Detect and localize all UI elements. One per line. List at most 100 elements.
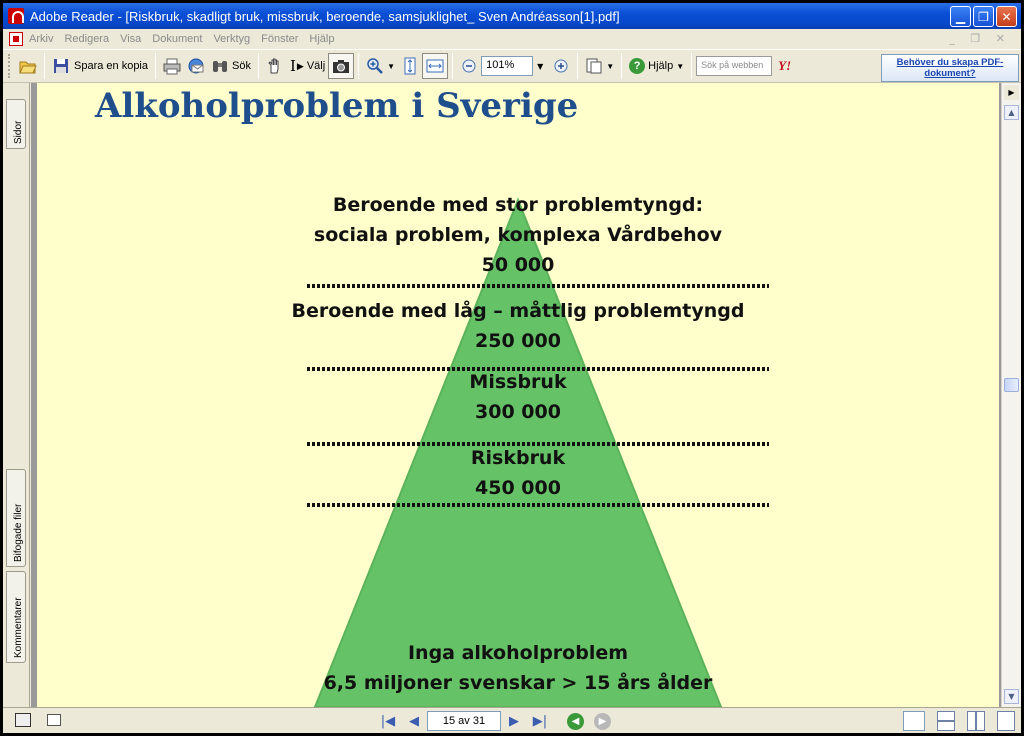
scrollbar-thumb[interactable] xyxy=(1004,378,1019,392)
toolbar-grip[interactable] xyxy=(8,54,12,78)
toolbar-separator xyxy=(257,53,259,79)
printer-icon xyxy=(163,58,181,75)
open-folder-icon xyxy=(19,61,37,74)
view-mode-buttons xyxy=(903,711,1015,731)
zoom-dropdown-chevron-icon[interactable]: ▼ xyxy=(537,62,543,71)
select-label: Välj xyxy=(306,60,326,72)
level-5-text: Inga alkoholproblem 6,5 miljoner svenska… xyxy=(268,638,768,698)
first-page-button[interactable]: |◀ xyxy=(375,714,401,729)
back-view-button[interactable]: ◀ xyxy=(567,712,584,730)
chevron-down-icon[interactable]: ▼ xyxy=(676,62,684,71)
menu-redigera[interactable]: Redigera xyxy=(64,33,109,45)
text-cursor-icon: I xyxy=(289,57,296,75)
close-button[interactable]: ✕ xyxy=(996,6,1017,27)
status-bar: |◀ ◀ 15 av 31 ▶ ▶| ◀ ▶ xyxy=(3,707,1021,733)
fit-page-button[interactable] xyxy=(398,53,422,79)
tab-kommentarer-label: Kommentarer xyxy=(13,597,24,658)
create-pdf-ad-link[interactable]: Behöver du skapa PDF-dokument? xyxy=(881,54,1019,82)
page-size-icon[interactable] xyxy=(15,713,31,727)
level-1-count: 50 000 xyxy=(481,254,555,276)
fit-page-icon xyxy=(404,57,416,75)
open-button[interactable] xyxy=(16,53,40,79)
vertical-scrollbar[interactable]: ▶ ▲ ▼ xyxy=(1001,83,1021,707)
level-2-count: 250 000 xyxy=(475,330,561,352)
scroll-down-button[interactable]: ▼ xyxy=(1004,689,1019,704)
zoom-in-tool-button[interactable]: ▼ xyxy=(363,53,398,79)
scroll-up-button[interactable]: ▲ xyxy=(1004,105,1019,120)
search-label: Sök xyxy=(232,60,251,72)
last-page-button[interactable]: ▶| xyxy=(527,714,553,729)
email-button[interactable] xyxy=(184,53,208,79)
title-bar[interactable]: Adobe Reader - [Riskbruk, skadligt bruk,… xyxy=(3,3,1021,29)
chevron-down-icon[interactable]: ▼ xyxy=(387,62,395,71)
save-copy-button[interactable]: Spara en kopia xyxy=(49,53,151,79)
fit-width-button[interactable] xyxy=(422,53,449,79)
panel-expand-arrow-icon[interactable]: ▶ xyxy=(1004,85,1019,100)
web-search-input[interactable]: Sök på webben xyxy=(696,56,773,76)
tab-kommentarer[interactable]: Kommentarer xyxy=(6,571,26,663)
magnifier-icon xyxy=(367,58,384,74)
snapshot-tool-button[interactable] xyxy=(328,53,355,79)
continuous-page-icon[interactable] xyxy=(937,711,955,731)
toolbar-separator xyxy=(621,53,623,79)
level-2-line1: Beroende med låg – måttlig problemtyngd xyxy=(291,300,745,322)
binoculars-icon xyxy=(213,61,227,72)
print-button[interactable] xyxy=(160,53,184,79)
zoom-input[interactable]: 101% xyxy=(481,56,534,76)
page-layout-icon xyxy=(586,58,602,74)
document-window-controls[interactable]: _ ❐ ✕ xyxy=(949,32,1011,45)
level-1-text: Beroende med stor problemtyngd: sociala … xyxy=(268,190,768,280)
toolbar-separator xyxy=(155,53,156,79)
forward-view-button[interactable]: ▶ xyxy=(594,712,611,730)
single-page-icon[interactable] xyxy=(903,711,925,731)
previous-page-button[interactable]: ◀ xyxy=(401,714,427,729)
maximize-button[interactable]: ❐ xyxy=(973,6,994,27)
save-copy-label: Spara en kopia xyxy=(74,60,148,72)
select-tool-button[interactable]: I ▶ Välj xyxy=(287,53,328,79)
minus-circle-icon xyxy=(462,59,476,73)
toolbar-separator xyxy=(577,53,579,79)
menu-arkiv[interactable]: Arkiv xyxy=(29,33,53,45)
help-button[interactable]: ? Hjälp ▼ xyxy=(626,53,687,79)
camera-icon xyxy=(333,60,350,73)
tab-bifogade-filer[interactable]: Bifogade filer xyxy=(6,469,26,567)
minimize-button[interactable]: ▁ xyxy=(950,6,971,27)
menu-dokument[interactable]: Dokument xyxy=(152,33,202,45)
toolbar-separator xyxy=(452,53,454,79)
zoom-out-button[interactable] xyxy=(457,53,481,79)
search-button[interactable]: Sök xyxy=(208,53,254,79)
email-globe-icon xyxy=(188,58,204,74)
zoom-in-button[interactable] xyxy=(549,53,573,79)
fit-width-icon xyxy=(426,59,444,73)
level-3-text: Missbruk 300 000 xyxy=(368,367,668,427)
yahoo-logo[interactable]: Y! xyxy=(778,58,791,74)
hand-tool-button[interactable] xyxy=(263,53,287,79)
level-5-line2: 6,5 miljoner svenskar > 15 års ålder xyxy=(323,672,713,694)
level-2-text: Beroende med låg – måttlig problemtyngd … xyxy=(258,296,778,356)
page-number-input[interactable]: 15 av 31 xyxy=(427,711,501,731)
toolbar: Spara en kopia Sök I ▶ Välj ▼ 101% ▼ ▼ ?… xyxy=(3,49,1021,83)
menu-visa[interactable]: Visa xyxy=(120,33,141,45)
collapse-icon[interactable] xyxy=(47,714,61,726)
next-page-button[interactable]: ▶ xyxy=(501,714,527,729)
toolbar-separator xyxy=(691,53,693,79)
facing-pages-icon[interactable] xyxy=(967,711,985,731)
tab-sidor[interactable]: Sidor xyxy=(6,99,26,149)
save-disk-icon xyxy=(54,59,68,73)
adobe-reader-window: Adobe Reader - [Riskbruk, skadligt bruk,… xyxy=(3,3,1021,733)
page-navigation: |◀ ◀ 15 av 31 ▶ ▶| ◀ ▶ xyxy=(375,711,616,731)
menu-verktyg[interactable]: Verktyg xyxy=(213,33,250,45)
menu-hjalp[interactable]: Hjälp xyxy=(309,33,334,45)
page-layout-button[interactable]: ▼ xyxy=(582,53,617,79)
continuous-facing-icon[interactable] xyxy=(997,711,1015,731)
menu-bar: Arkiv Redigera Visa Dokument Verktyg Fön… xyxy=(3,29,1021,49)
document-icon[interactable] xyxy=(9,32,23,46)
plus-circle-icon xyxy=(554,59,568,73)
chevron-down-icon[interactable]: ▼ xyxy=(606,62,614,71)
document-view[interactable]: Alkoholproblem i Sverige Beroende med st… xyxy=(31,83,1001,707)
window-title: Adobe Reader - [Riskbruk, skadligt bruk,… xyxy=(30,8,620,24)
tab-sidor-label: Sidor xyxy=(13,120,24,144)
adobe-reader-icon xyxy=(8,8,24,24)
menu-fonster[interactable]: Fönster xyxy=(261,33,298,45)
level-3-line1: Missbruk xyxy=(469,371,567,393)
